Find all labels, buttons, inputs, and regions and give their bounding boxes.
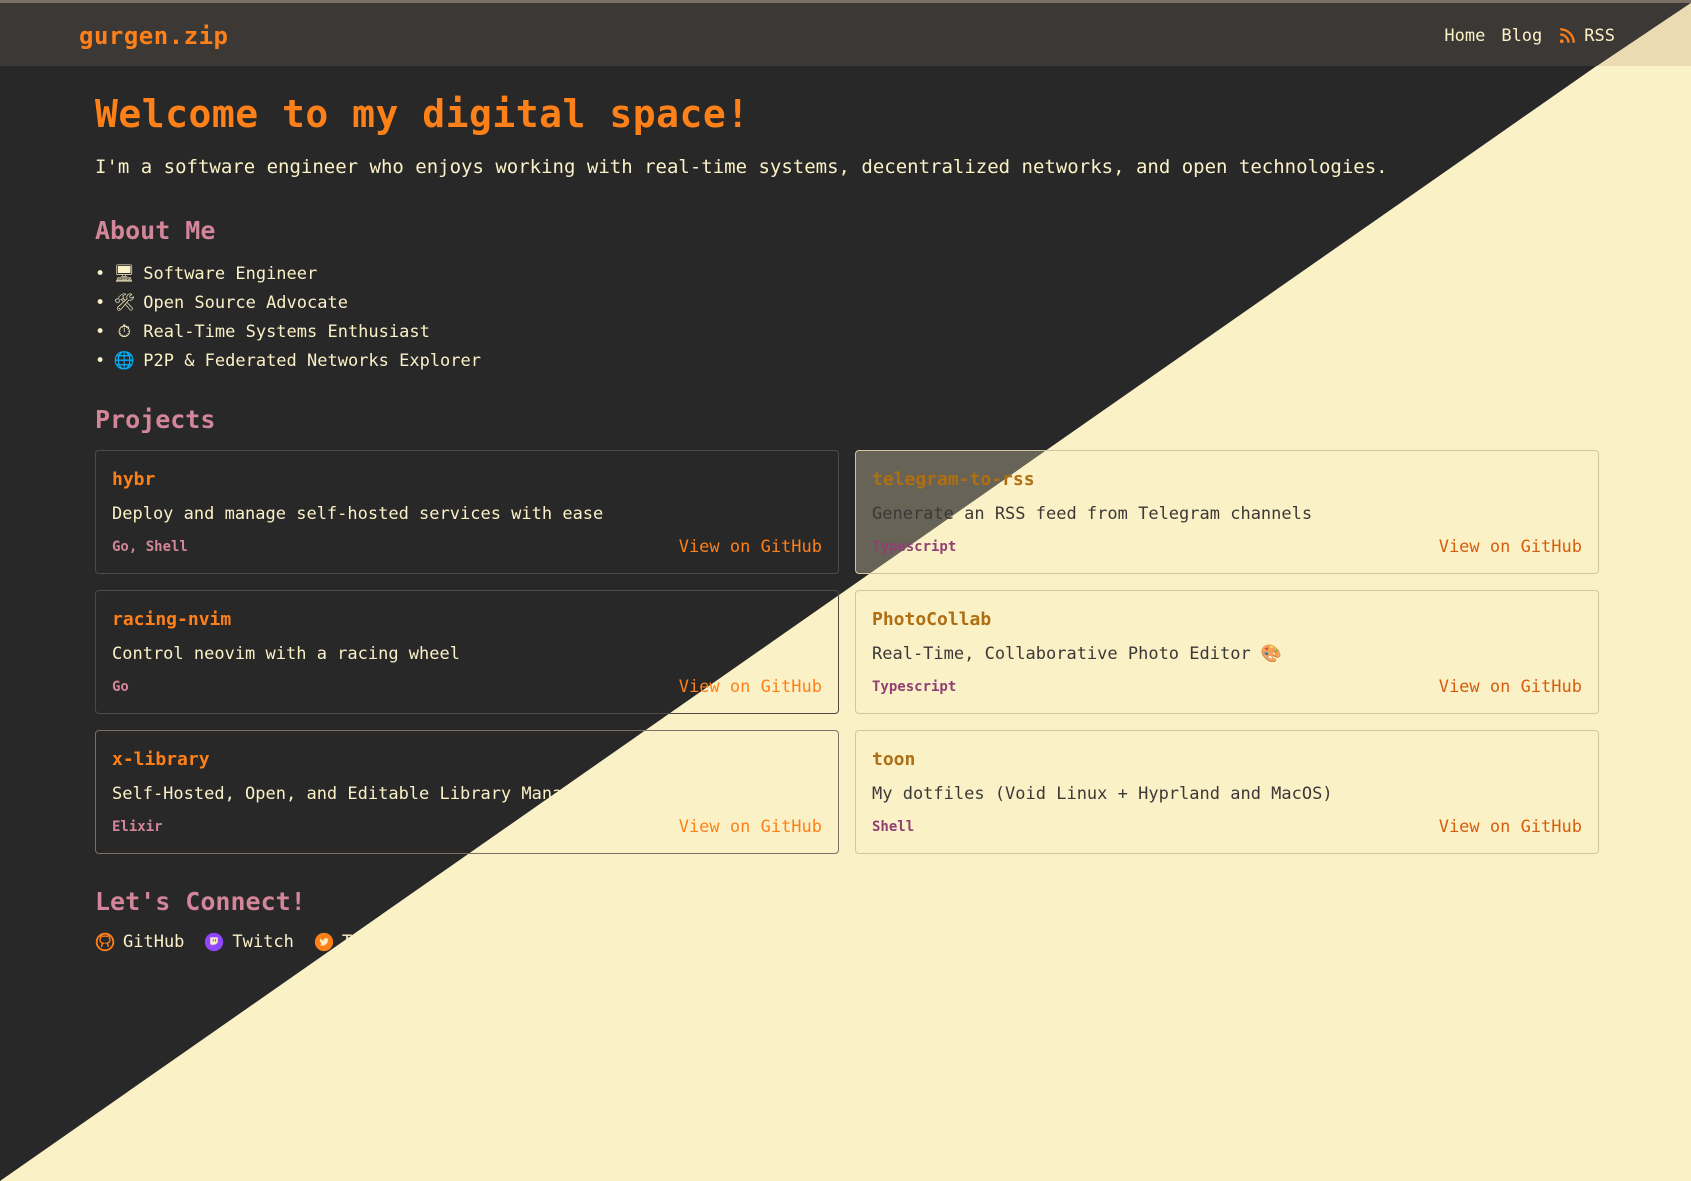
- site-header: gurgen.zip Home Blog RSS: [0, 3, 1691, 66]
- twitch-link[interactable]: Twitch: [204, 932, 294, 952]
- project-card: x-library Self-Hosted, Open, and Editabl…: [95, 730, 839, 854]
- project-name[interactable]: hybr: [112, 469, 155, 490]
- view-on-github-link[interactable]: View on GitHub: [1439, 817, 1582, 837]
- project-language: Go, Shell: [112, 539, 188, 555]
- about-heading: About Me: [95, 216, 216, 245]
- project-card: racing-nvim Control neovim with a racing…: [95, 590, 839, 714]
- projects-grid: hybr Deploy and manage self-hosted servi…: [95, 450, 1599, 854]
- view-on-github-link[interactable]: View on GitHub: [679, 817, 822, 837]
- main-content: Welcome to my digital space! I'm a softw…: [95, 92, 1599, 952]
- list-item: • ⏱ Real-Time Systems Enthusiast: [95, 321, 430, 342]
- view-on-github-link[interactable]: View on GitHub: [1439, 537, 1582, 557]
- project-language: Typescript: [872, 539, 957, 555]
- project-name[interactable]: PhotoCollab: [872, 609, 991, 630]
- top-border: [0, 0, 1691, 3]
- list-item: • 🌐 P2P & Federated Networks Explorer: [95, 350, 482, 371]
- project-card: telegram-to-rss Generate an RSS feed fro…: [855, 450, 1599, 574]
- view-on-github-link[interactable]: View on GitHub: [1439, 677, 1582, 697]
- projects-heading: Projects: [95, 405, 216, 434]
- stopwatch-icon: ⏱: [117, 321, 131, 342]
- project-description: Self-Hosted, Open, and Editable Library …: [112, 784, 716, 804]
- project-name[interactable]: x-library: [112, 749, 210, 770]
- project-description: Real-Time, Collaborative Photo Editor 🎨: [872, 644, 1283, 664]
- nav-rss-label: RSS: [1584, 26, 1615, 46]
- project-language: Shell: [872, 819, 915, 835]
- project-language: Elixir: [112, 819, 163, 835]
- twitch-label: Twitch: [232, 932, 294, 952]
- twitter-icon: [314, 932, 334, 952]
- rss-icon: [1560, 28, 1576, 44]
- project-name[interactable]: telegram-to-rss: [872, 469, 1035, 490]
- project-card: toon My dotfiles (Void Linux + Hyprland …: [855, 730, 1599, 854]
- project-language: Typescript: [872, 679, 957, 695]
- intro-text: I'm a software engineer who enjoys worki…: [95, 156, 1388, 178]
- nav-blog[interactable]: Blog: [1501, 26, 1542, 46]
- twitch-icon: [205, 932, 224, 952]
- globe-icon: 🌐: [113, 350, 135, 371]
- project-description: My dotfiles (Void Linux + Hyprland and M…: [872, 784, 1333, 804]
- project-language: Go: [112, 679, 129, 695]
- site-logo[interactable]: gurgen.zip: [79, 22, 229, 50]
- nav-home[interactable]: Home: [1444, 26, 1485, 46]
- twitter-label: Twitter: [341, 932, 414, 952]
- project-description: Deploy and manage self-hosted services w…: [112, 504, 604, 524]
- connect-heading: Let's Connect!: [95, 887, 306, 916]
- project-description: Control neovim with a racing wheel: [112, 644, 460, 664]
- computer-icon: 🖥: [113, 263, 136, 284]
- github-link[interactable]: GitHub: [95, 932, 184, 952]
- github-label: GitHub: [123, 932, 185, 952]
- about-list: • 🖥 Software Engineer • 🛠 Open Source Advoca…: [95, 259, 1599, 375]
- list-item: • 🛠 Open Source Advocate: [95, 292, 348, 313]
- twitter-link[interactable]: Twitter: [314, 932, 414, 952]
- list-item: • 🖥 Software Engineer: [95, 263, 318, 284]
- main-nav: Home Blog RSS: [1444, 26, 1615, 46]
- social-links: GitHub Twitch Twitter: [95, 932, 1599, 952]
- project-name[interactable]: toon: [872, 749, 915, 770]
- view-on-github-link[interactable]: View on GitHub: [679, 537, 822, 557]
- tools-icon: 🛠: [113, 292, 136, 313]
- project-card: hybr Deploy and manage self-hosted servi…: [95, 450, 839, 574]
- project-description: Generate an RSS feed from Telegram chann…: [872, 504, 1313, 524]
- page-title: Welcome to my digital space!: [95, 92, 750, 136]
- github-icon: [95, 932, 115, 952]
- project-card: PhotoCollab Real-Time, Collaborative Pho…: [855, 590, 1599, 714]
- view-on-github-link[interactable]: View on GitHub: [679, 677, 822, 697]
- nav-rss[interactable]: RSS: [1558, 26, 1615, 46]
- project-name[interactable]: racing-nvim: [112, 609, 231, 630]
